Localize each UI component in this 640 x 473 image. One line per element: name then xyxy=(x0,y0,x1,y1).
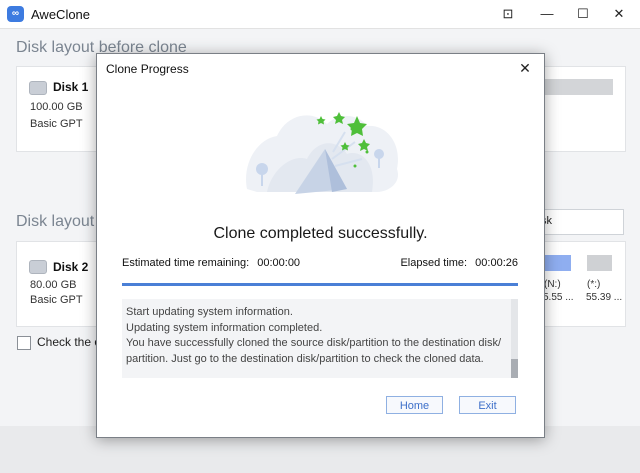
log-line: Start updating system information. xyxy=(126,306,293,318)
close-button[interactable]: ✕ xyxy=(608,4,630,24)
dialog-title: Clone Progress xyxy=(106,62,189,76)
partition-size: 5.55 ... xyxy=(543,292,574,303)
minimize-button[interactable]: — xyxy=(536,4,558,24)
option-checkbox[interactable] xyxy=(17,336,31,350)
exit-button[interactable]: Exit xyxy=(459,396,516,414)
disk-type: Basic GPT xyxy=(30,294,83,306)
estimated-time: Estimated time remaining: 00:00:00 xyxy=(122,257,300,269)
elapsed-time: Elapsed time: 00:00:26 xyxy=(400,257,518,269)
maximize-button[interactable]: ☐ xyxy=(572,4,594,24)
section-title-after: Disk layout a xyxy=(16,213,108,230)
progress-bar xyxy=(122,283,518,286)
home-button[interactable]: Home xyxy=(386,396,443,414)
success-illustration-icon xyxy=(246,112,398,194)
elapsed-value: 00:00:26 xyxy=(475,257,518,269)
app-logo-icon: ∞ xyxy=(7,6,24,22)
progress-fill xyxy=(122,283,518,286)
restore-icon[interactable]: ⊡ xyxy=(497,4,519,24)
disk-size: 80.00 GB xyxy=(30,279,77,291)
close-icon[interactable]: ✕ xyxy=(516,59,534,77)
disk-name: Disk 2 xyxy=(53,260,89,274)
log-box: Start updating system information. Updat… xyxy=(122,299,518,378)
log-line: You have successfully cloned the source … xyxy=(126,337,502,349)
partition-bar-n[interactable] xyxy=(544,255,571,271)
partition-label: (*:) xyxy=(587,279,601,290)
disk-icon xyxy=(29,81,47,95)
disk-icon xyxy=(29,260,47,274)
scrollbar-thumb[interactable] xyxy=(511,359,518,378)
estimated-value: 00:00:00 xyxy=(257,257,301,269)
app-title: AweClone xyxy=(31,7,91,22)
clone-progress-dialog: Clone Progress ✕ Clone completed success… xyxy=(96,53,545,438)
status-message: Clone completed successfully. xyxy=(213,225,428,242)
disk-type: Basic GPT xyxy=(30,118,83,130)
estimated-label: Estimated time remaining: xyxy=(122,257,250,269)
partition-bar-star[interactable] xyxy=(587,255,612,271)
title-bar: ∞ AweClone ⊡ — ☐ ✕ xyxy=(0,0,640,29)
elapsed-label: Elapsed time: xyxy=(400,257,468,269)
log-line: Updating system information completed. xyxy=(126,322,323,334)
disk-size: 100.00 GB xyxy=(30,101,83,113)
disk-name: Disk 1 xyxy=(53,80,89,94)
log-line: partition. Just go to the destination di… xyxy=(126,353,484,365)
partition-label: (N:) xyxy=(544,279,561,290)
partition-size: 55.39 ... xyxy=(586,292,623,303)
partition-bar xyxy=(538,79,613,95)
log-scrollbar[interactable] xyxy=(511,299,518,378)
